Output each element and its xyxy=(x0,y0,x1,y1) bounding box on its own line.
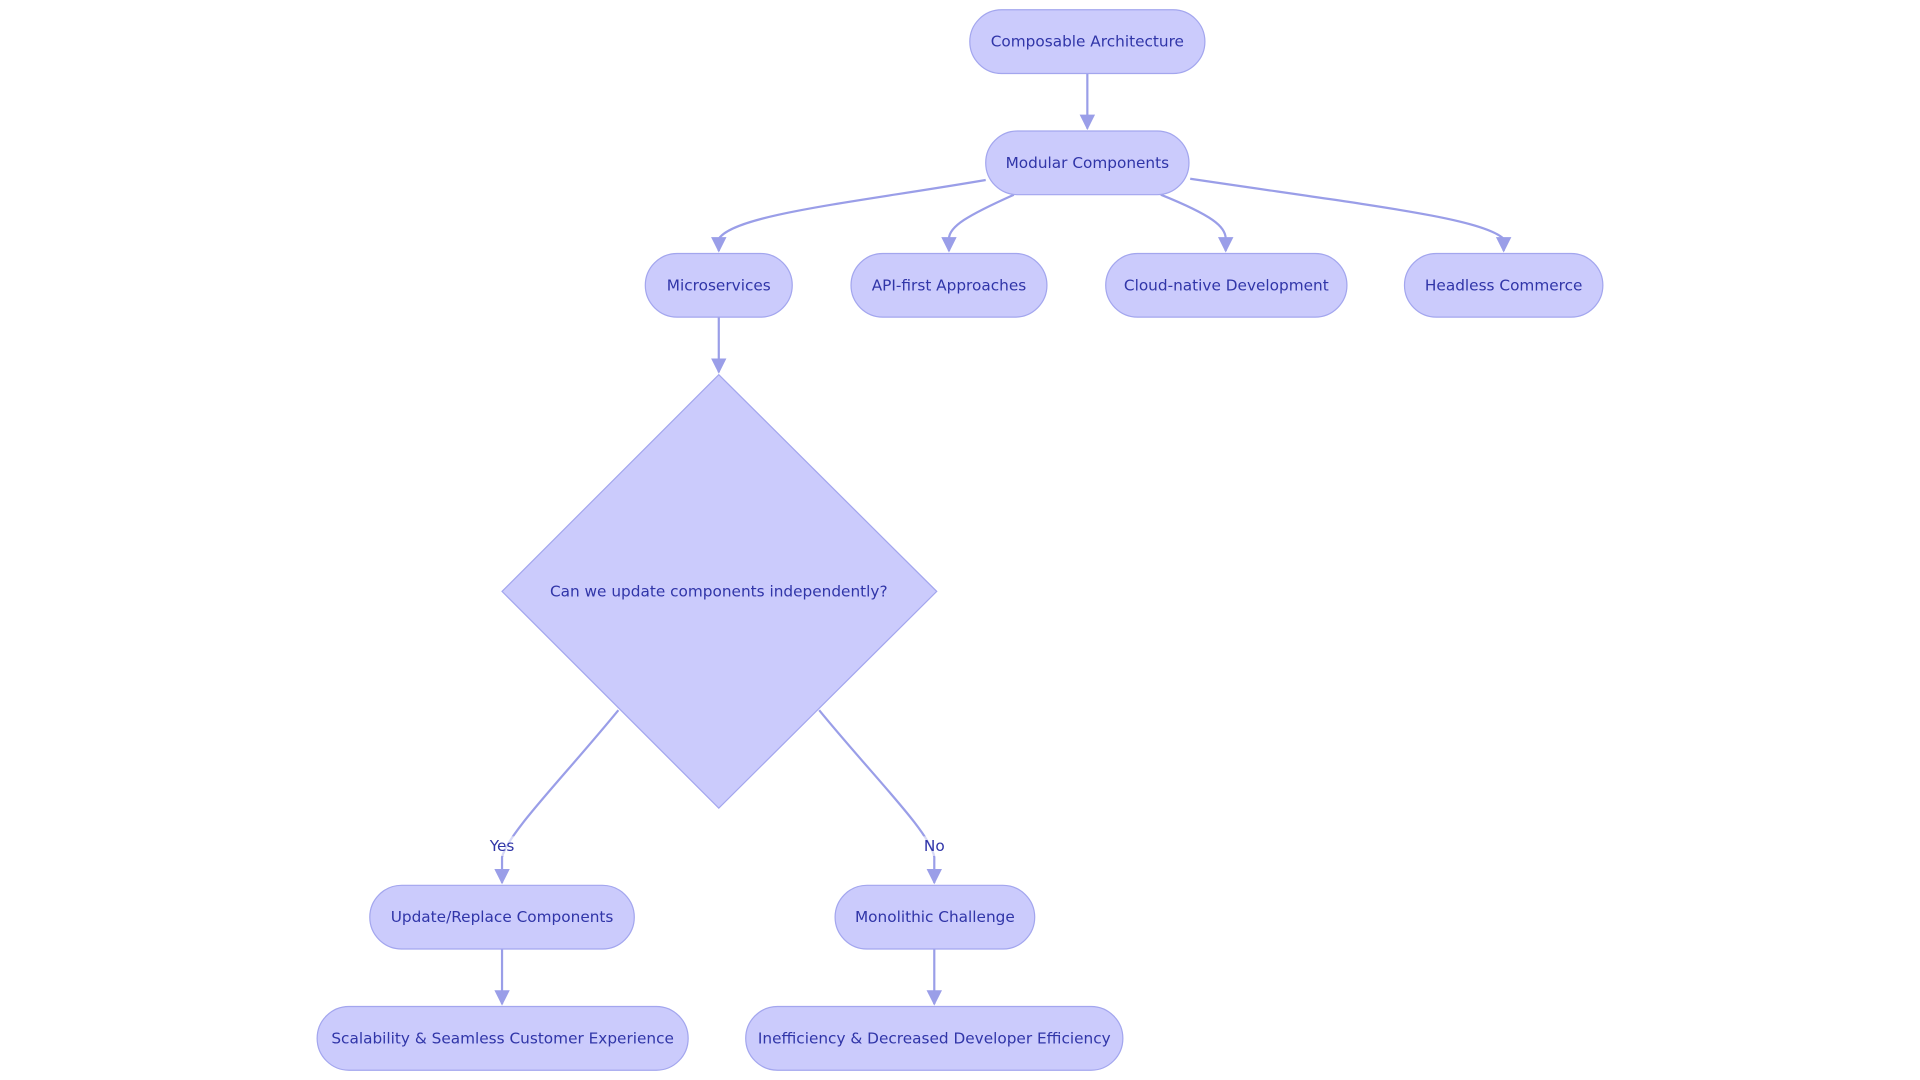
edge-modular-to-cloud_native xyxy=(1160,193,1234,253)
node-modular: Modular Components xyxy=(985,130,1190,196)
node-headless: Headless Commerce xyxy=(1403,252,1604,318)
edge-label-yes: Yes xyxy=(489,837,515,855)
node-label: Composable Architecture xyxy=(991,33,1184,51)
node-decision: Can we update components independently? xyxy=(501,373,938,810)
edge-modular-to-headless xyxy=(1190,177,1512,253)
node-label: Scalability & Seamless Customer Experien… xyxy=(331,1029,674,1047)
edge-label-no: No xyxy=(924,837,945,855)
node-monolithic: Monolithic Challenge xyxy=(834,884,1036,950)
flowchart: Yes No Composable Architecture Modular Com… xyxy=(316,9,1604,1071)
node-label: Inefficiency & Decreased Developer Effic… xyxy=(758,1029,1111,1047)
edge-decision-to-monolithic xyxy=(818,709,942,885)
node-update: Update/Replace Components xyxy=(369,884,635,950)
edge-decision-to-update xyxy=(494,709,620,885)
node-api-first: API-first Approaches xyxy=(850,252,1048,318)
edge-modular-to-microservices xyxy=(711,178,986,253)
node-label: Cloud-native Development xyxy=(1124,276,1329,294)
edge-modular-to-api_first xyxy=(941,193,1015,253)
node-label: Microservices xyxy=(667,276,771,294)
node-label: Can we update components independently? xyxy=(550,582,888,600)
node-cloud-native: Cloud-native Development xyxy=(1105,252,1348,318)
node-label: API-first Approaches xyxy=(872,276,1027,294)
node-microservices: Microservices xyxy=(644,252,793,318)
node-inefficiency: Inefficiency & Decreased Developer Effic… xyxy=(745,1005,1124,1071)
node-composable: Composable Architecture xyxy=(969,9,1206,75)
node-label: Update/Replace Components xyxy=(391,908,614,926)
node-label: Monolithic Challenge xyxy=(855,908,1015,926)
node-label: Modular Components xyxy=(1006,154,1170,172)
node-label: Headless Commerce xyxy=(1425,276,1583,294)
node-scalability: Scalability & Seamless Customer Experien… xyxy=(316,1005,689,1071)
